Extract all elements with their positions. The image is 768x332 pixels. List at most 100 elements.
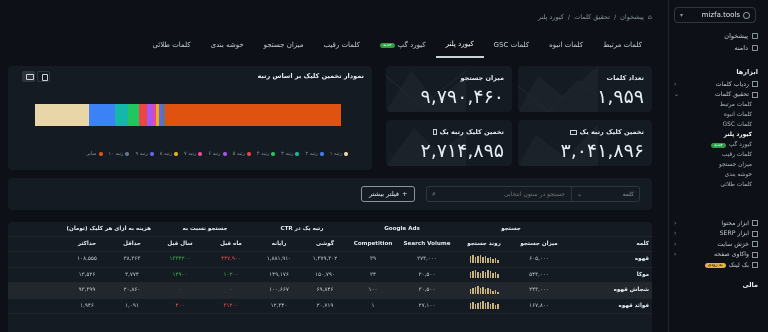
card-keyword-count: تعداد کلمات ۱,۹۵۹ (518, 66, 652, 112)
row-end-cell (8, 282, 64, 299)
tab-cluster[interactable]: خوشه بندی (201, 36, 254, 58)
sidebar-item-page-audit[interactable]: واکاوی صفحه ‹ (674, 250, 758, 261)
desktop-toggle[interactable] (22, 71, 35, 82)
sidebar-item-dashboard[interactable]: پیشخوان (674, 30, 758, 42)
volume-cell: ۲۴۳,۰۰۰ (512, 282, 567, 299)
sidebar-sub-planner[interactable]: کیورد پلنر (674, 130, 758, 140)
sidebar-item-crawl[interactable]: خزش سایت ‹ (674, 239, 758, 250)
max-cpc-cell: ۱,۹۴۶ (64, 298, 111, 314)
sidebar-item-serp[interactable]: ابزار SERP ‹ (674, 229, 758, 240)
card-value: ۳,۰۴۱,۸۹۶ (560, 140, 644, 162)
legend-item[interactable]: رتبه ۳ (281, 151, 300, 157)
globe-icon (743, 11, 750, 19)
card-mobile-clicks: تخمین کلیک رتبه یک ۲,۷۱۴,۸۹۵ (386, 120, 512, 166)
last-month-cell: ۰ (206, 282, 257, 299)
tab-gsc[interactable]: کلمات GSC (484, 36, 539, 58)
tab-planner[interactable]: کیورد پلنر (435, 36, 484, 58)
google-volume-cell: ۲۰,۵۰۰ (398, 267, 457, 283)
col-desktop[interactable]: رایانه (256, 236, 303, 252)
sidebar-item-backlink[interactable]: بک لینک به زودی (674, 260, 758, 271)
sidebar-sub-bulk[interactable]: کلمات انبوه (674, 110, 758, 120)
column-select[interactable]: کلمه ⌄ (571, 187, 639, 201)
legend-item[interactable]: رتبه ۱۰ (109, 151, 130, 157)
col-volume[interactable]: میزان جستجو (512, 236, 567, 252)
bar-segment[interactable] (128, 104, 140, 126)
sidebar-sub-related[interactable]: کلمات مرتبط (674, 100, 758, 110)
sidebar-sub-cluster[interactable]: خوشه بندی (674, 170, 758, 180)
legend-dot (174, 152, 179, 156)
chevron-left-icon: ‹ (674, 230, 677, 238)
more-filters-button[interactable]: + فیلتر بیشتر (361, 186, 416, 202)
desktop-icon (569, 129, 577, 135)
sidebar-item-rank-tracker[interactable]: ردیاب کلمات ‹ (674, 79, 758, 90)
legend-item[interactable]: رتبه ۸ (159, 151, 179, 157)
legend-item[interactable]: رتبه ۹ (135, 151, 154, 157)
trend-sparkline (469, 254, 499, 263)
col-min[interactable]: حداقل (110, 236, 155, 252)
col-google-volume[interactable]: Search Volume (398, 236, 457, 252)
legend-item[interactable]: رتبه ۱ (330, 151, 348, 157)
legend-dot (149, 152, 154, 156)
card-label: تخمین کلیک رتبه یک (432, 128, 504, 136)
tab-volume[interactable]: میزان جستجو (254, 36, 314, 58)
sidebar-sub-gap[interactable]: کیورد گپ جدید (674, 140, 758, 150)
google-volume-cell: ۲۷۳,۰۰۰ (398, 251, 457, 268)
legend-item[interactable]: سایر (87, 151, 103, 157)
breadcrumb-research[interactable]: تحقیق کلمات (574, 13, 610, 21)
table-row[interactable]: فوائد قهوه ۱۶۷,۸۰۰ ۲۷,۱۰۰ ۱ ۲۰,۷۱۹ ۱۲,۳۴۰ ۳۱۲۰… (8, 298, 652, 314)
min-cpc-cell: ۱,۰۹۱ (110, 298, 155, 314)
stacked-bar (35, 104, 341, 126)
sidebar-item-domain[interactable]: دامنه (674, 42, 758, 54)
bar-segment[interactable] (139, 104, 147, 126)
bar-segment[interactable] (164, 104, 341, 126)
site-select[interactable]: ▾ mizfa.tools (674, 7, 756, 23)
card-label: تعداد کلمات (606, 74, 644, 82)
col-trend[interactable]: روند جستجو (456, 236, 513, 252)
legend-dot (271, 152, 276, 156)
legend-item[interactable]: رتبه ۲ (305, 151, 324, 157)
sidebar-item-content[interactable]: ابزار محتوا ‹ (674, 218, 758, 229)
table-row[interactable]: موکا ۵۴۳,۰۰۰ ۲۰,۵۰۰ ۲۴ ۱۵۰,۷۹۰ ۱۴۹,۱۷۶ ۱۰۲۰۰ ۱۳… (8, 267, 652, 283)
legend-item[interactable]: رتبه ۶ (208, 151, 227, 157)
home-icon[interactable]: ⌂ (648, 13, 652, 21)
last-month-cell: ۱۰۲۰۰ (206, 267, 257, 283)
chevron-left-icon: ‹ (674, 251, 677, 259)
tab-bulk[interactable]: کلمات انبوه (539, 36, 593, 58)
legend-item[interactable]: رتبه ۷ (184, 151, 203, 157)
col-last-year[interactable]: سال قبل (154, 236, 207, 252)
bar-segment[interactable] (88, 104, 115, 126)
legend-label: رتبه ۸ (159, 151, 173, 157)
bar-segment[interactable] (35, 104, 89, 126)
legend-label: رتبه ۱ (329, 151, 342, 157)
breadcrumb-dashboard[interactable]: پیشخوان (620, 13, 644, 21)
tab-related[interactable]: کلمات مرتبط (593, 36, 652, 58)
legend-item[interactable]: رتبه ۵ (233, 151, 251, 157)
sidebar-sub-competitor[interactable]: کلمات رقیب (674, 150, 758, 160)
domain-icon (752, 45, 758, 51)
sidebar-sub-golden[interactable]: کلمات طلائی (674, 180, 758, 190)
bar-segment[interactable] (114, 104, 129, 126)
col-last-month[interactable]: ماه قبل (206, 236, 257, 252)
legend-label: رتبه ۱۰ (108, 151, 124, 157)
col-keyword[interactable]: کلمه (566, 236, 652, 252)
legend-dot (344, 152, 348, 156)
legend-label: رتبه ۷ (184, 151, 197, 157)
keyword-cell: شجاش قهوه (566, 282, 652, 299)
tab-gap[interactable]: کیورد گپ جدید (370, 36, 436, 58)
tab-competitor[interactable]: کلمات رقیب (314, 36, 370, 58)
chevron-left-icon: ‹ (674, 80, 677, 88)
max-cpc-cell: ۱۰۸,۵۵۵ (64, 251, 111, 268)
table-row[interactable]: شجاش قهوه ۲۴۳,۰۰۰ ۳۰,۵۰۰ ۱۰۰ ۶۹,۸۴۶ ۱۰۰,۶۶۷ ۰ ۰… (8, 282, 652, 299)
sidebar-item-keyword-research[interactable]: تحقیق کلمات ⌄ (674, 90, 758, 101)
chevron-down-icon: ⌄ (674, 91, 680, 99)
legend-item[interactable]: رتبه ۴ (257, 151, 276, 157)
sidebar-sub-gsc[interactable]: کلمات GSC (674, 120, 758, 130)
col-max[interactable]: حداکثر (64, 236, 111, 252)
col-competition[interactable]: Competition (348, 236, 399, 252)
tab-golden[interactable]: کلمات طلائی (142, 36, 200, 58)
search-input[interactable] (441, 190, 571, 198)
table-row[interactable]: قهوه ۶۰۵,۰۰۰ ۲۷۳,۰۰۰ ۳۹ ۱,۳۷۹,۳۰۲ ۱,۸۸۱,۹۱۰ ۴۴… (8, 251, 652, 268)
col-mobile[interactable]: گوشی (302, 236, 349, 252)
sidebar-sub-volume[interactable]: میزان جستجو (674, 160, 758, 170)
mobile-toggle[interactable] (37, 71, 50, 82)
